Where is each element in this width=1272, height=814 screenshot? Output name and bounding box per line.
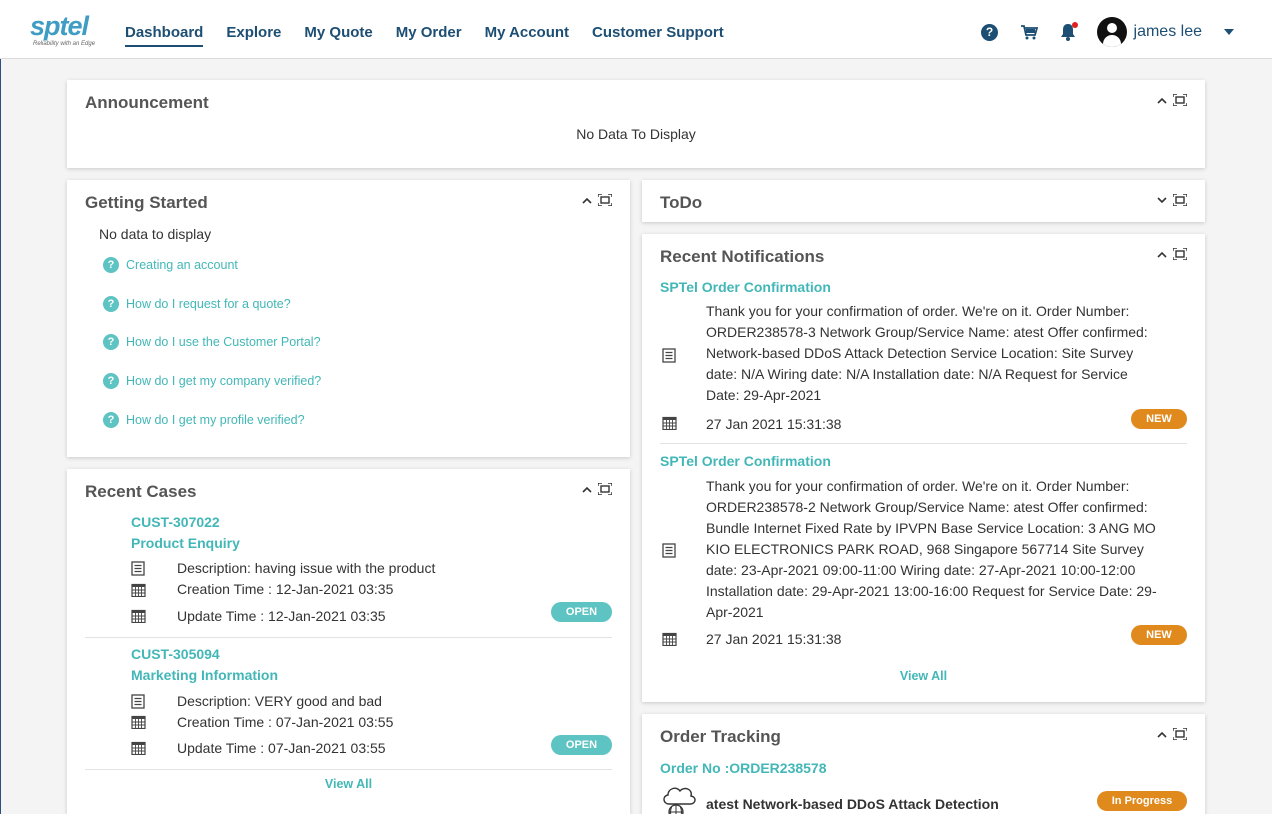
panel-title: Order Tracking: [660, 727, 781, 746]
calendar-icon: [131, 741, 146, 760]
chevron-up-icon[interactable]: [580, 482, 594, 496]
notification-heading[interactable]: SPTel Order Confirmation: [660, 279, 831, 295]
notification-time: 27 Jan 2021 15:31:38: [706, 416, 842, 432]
nav-my-quote[interactable]: My Quote: [304, 0, 372, 47]
status-badge: NEW: [1131, 625, 1187, 645]
maximize-icon[interactable]: [598, 193, 612, 207]
notification-heading[interactable]: SPTel Order Confirmation: [660, 453, 831, 469]
status-badge: OPEN: [551, 602, 612, 622]
calendar-icon: [131, 609, 146, 628]
recent-cases-panel: Recent Cases CUST-307022 Product Enquiry…: [67, 469, 630, 814]
divider: [85, 637, 612, 638]
question-icon: ?: [103, 373, 119, 389]
faq-link[interactable]: ? Creating an account: [103, 257, 238, 273]
chevron-down-icon[interactable]: [1224, 29, 1234, 35]
chevron-up-icon[interactable]: [1155, 727, 1169, 741]
recent-notifications-panel: Recent Notifications SPTel Order Confirm…: [642, 234, 1205, 702]
panel-title: Recent Cases: [85, 482, 197, 501]
user-toolbar: ? james lee: [980, 17, 1234, 47]
question-icon: ?: [103, 412, 119, 428]
notification-time: 27 Jan 2021 15:31:38: [706, 631, 842, 647]
status-badge: In Progress: [1097, 791, 1187, 811]
question-icon: ?: [103, 296, 119, 312]
avatar[interactable]: [1096, 17, 1127, 47]
case-id-link[interactable]: CUST-307022: [131, 514, 220, 530]
logo-wordmark: sptel: [30, 11, 89, 41]
cart-icon[interactable]: [1019, 22, 1039, 42]
question-icon: ?: [103, 257, 119, 273]
case-update-time: Update Time : 12-Jan-2021 03:35: [177, 608, 386, 624]
panel-title: Recent Notifications: [660, 247, 825, 266]
announcement-panel: Announcement No Data To Display: [67, 80, 1205, 168]
case-update-time: Update Time : 07-Jan-2021 03:55: [177, 740, 386, 756]
bell-icon[interactable]: [1058, 22, 1078, 42]
case-description: Description: having issue with the produ…: [177, 560, 436, 576]
view-all-link[interactable]: View All: [642, 669, 1205, 683]
case-type[interactable]: Product Enquiry: [131, 535, 240, 551]
case-id-link[interactable]: CUST-305094: [131, 646, 220, 662]
nav-my-order[interactable]: My Order: [396, 0, 462, 47]
cloud-network-icon: [660, 782, 698, 814]
case-creation-time: Creation Time : 12-Jan-2021 03:35: [177, 581, 394, 597]
chevron-down-icon[interactable]: [1155, 193, 1169, 207]
divider: [85, 769, 612, 770]
faq-link[interactable]: ? How do I request for a quote?: [103, 296, 291, 312]
nav-dashboard[interactable]: Dashboard: [125, 0, 204, 47]
notification-dot: [1071, 22, 1078, 28]
logo-tagline: Reliability with an Edge: [33, 41, 96, 47]
view-all-link[interactable]: View All: [67, 777, 630, 791]
faq-link[interactable]: ? How do I get my company verified?: [103, 373, 321, 389]
case-type[interactable]: Marketing Information: [131, 667, 278, 683]
getting-started-panel: Getting Started No data to display ? Crea…: [67, 180, 630, 457]
empty-message: No data to display: [99, 226, 212, 242]
document-icon: [131, 561, 145, 581]
calendar-icon: [662, 416, 677, 435]
status-badge: NEW: [1131, 409, 1187, 429]
maximize-icon[interactable]: [1173, 93, 1187, 107]
maximize-icon[interactable]: [1173, 247, 1187, 261]
maximize-icon[interactable]: [598, 482, 612, 496]
maximize-icon[interactable]: [1173, 193, 1187, 207]
faq-link[interactable]: ? How do I get my profile verified?: [103, 412, 305, 428]
user-name[interactable]: james lee: [1134, 23, 1202, 41]
notification-message: Thank you for your confirmation of order…: [706, 478, 1157, 620]
case-description: Description: VERY good and bad: [177, 693, 382, 709]
window-edge: [0, 0, 1, 814]
brand-logo[interactable]: sptel Reliability with an Edge: [30, 11, 96, 51]
document-icon: [131, 694, 145, 714]
main-nav: Dashboard Explore My Quote My Order My A…: [125, 0, 747, 59]
status-badge: OPEN: [551, 735, 612, 755]
document-icon: [662, 348, 676, 368]
order-item-name: atest Network-based DDoS Attack Detectio…: [706, 796, 999, 812]
help-icon[interactable]: ?: [980, 22, 1000, 42]
chevron-up-icon[interactable]: [1155, 93, 1169, 107]
document-icon: [662, 543, 676, 563]
calendar-icon: [662, 632, 677, 651]
nav-my-account[interactable]: My Account: [485, 0, 569, 47]
question-icon: ?: [103, 334, 119, 350]
chevron-up-icon[interactable]: [580, 193, 594, 207]
calendar-icon: [131, 715, 146, 734]
top-navbar: sptel Reliability with an Edge Dashboard…: [0, 0, 1272, 59]
panel-title: ToDo: [660, 193, 703, 212]
chevron-up-icon[interactable]: [1155, 247, 1169, 261]
empty-message: No Data To Display: [576, 126, 696, 142]
panel-title: Getting Started: [85, 193, 208, 212]
order-tracking-panel: Order Tracking Order No :ORDER238578 ate…: [642, 714, 1205, 814]
case-creation-time: Creation Time : 07-Jan-2021 03:55: [177, 714, 394, 730]
maximize-icon[interactable]: [1173, 727, 1187, 741]
todo-panel: ToDo: [642, 180, 1205, 222]
panel-title: Announcement: [85, 93, 209, 112]
nav-explore[interactable]: Explore: [226, 0, 281, 47]
divider: [660, 443, 1187, 444]
calendar-icon: [131, 583, 146, 602]
faq-link[interactable]: ? How do I use the Customer Portal?: [103, 334, 321, 350]
order-number-link[interactable]: Order No :ORDER238578: [660, 760, 827, 776]
nav-customer-support[interactable]: Customer Support: [592, 0, 724, 47]
notification-message: Thank you for your confirmation of order…: [706, 303, 1148, 403]
